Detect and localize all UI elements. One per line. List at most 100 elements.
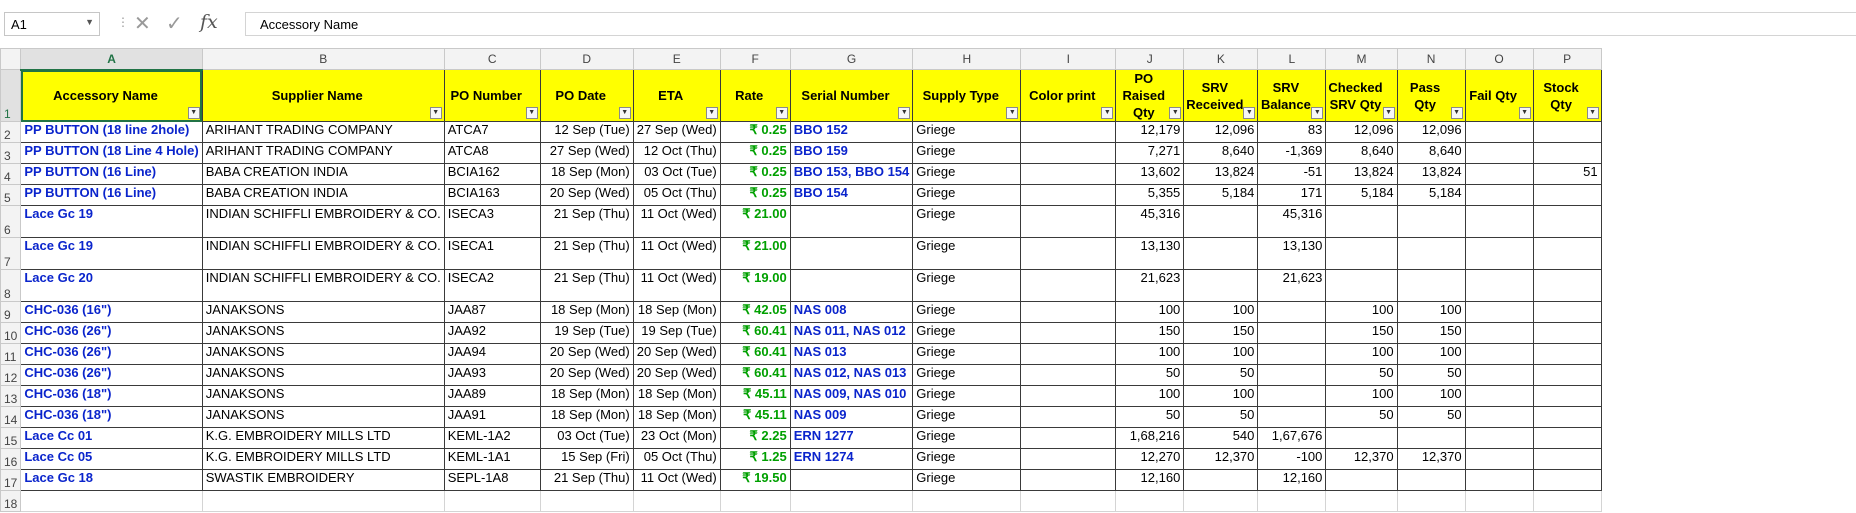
table-cell[interactable] xyxy=(1183,205,1259,238)
table-cell[interactable]: ERN 1277 xyxy=(789,427,914,449)
filter-dropdown-icon[interactable]: ▼ xyxy=(429,107,442,119)
table-cell[interactable]: KEML-1A2 xyxy=(443,427,541,449)
column-header-f[interactable]: F xyxy=(719,48,791,70)
row-header[interactable]: 2 xyxy=(0,121,22,143)
column-header-d[interactable]: D xyxy=(539,48,634,70)
table-cell[interactable]: 21,623 xyxy=(1257,269,1327,302)
filter-dropdown-icon[interactable]: ▼ xyxy=(1450,107,1463,119)
table-cell[interactable] xyxy=(1532,322,1602,344)
table-cell[interactable]: 51 xyxy=(1532,163,1602,185)
table-cell[interactable] xyxy=(1020,205,1117,238)
table-cell[interactable] xyxy=(1396,490,1466,512)
table-cell[interactable]: 12,160 xyxy=(1257,469,1327,491)
table-cell[interactable]: Griege xyxy=(912,301,1022,323)
table-cell[interactable]: 50 xyxy=(1396,364,1466,386)
table-cell[interactable]: 100 xyxy=(1325,343,1398,365)
header-cell[interactable]: Supply Type ▼ xyxy=(912,69,1022,122)
table-cell[interactable]: CHC-036 (26") xyxy=(20,322,203,344)
table-cell[interactable] xyxy=(1532,385,1602,407)
insert-function-icon[interactable]: fx xyxy=(200,11,218,33)
table-cell[interactable]: NAS 011, NAS 012 xyxy=(789,322,914,344)
table-cell[interactable]: 11 Oct (Wed) xyxy=(632,469,721,491)
table-cell[interactable]: 12,096 xyxy=(1183,121,1259,143)
row-header[interactable]: 16 xyxy=(0,448,22,470)
table-cell[interactable]: 100 xyxy=(1396,385,1466,407)
table-cell[interactable] xyxy=(1464,184,1534,206)
table-cell[interactable]: 1,67,676 xyxy=(1257,427,1327,449)
table-cell[interactable]: INDIAN SCHIFFLI EMBROIDERY & CO. xyxy=(201,237,445,270)
table-cell[interactable] xyxy=(201,490,445,512)
row-header[interactable]: 15 xyxy=(0,427,22,449)
filter-dropdown-icon[interactable]: ▼ xyxy=(1243,107,1256,119)
table-cell[interactable] xyxy=(1396,427,1466,449)
table-cell[interactable]: 5,355 xyxy=(1115,184,1185,206)
table-cell[interactable] xyxy=(1464,406,1534,428)
header-cell[interactable]: Rate ▼ xyxy=(719,69,791,122)
table-cell[interactable]: CHC-036 (26") xyxy=(20,343,203,365)
row-header[interactable]: 14 xyxy=(0,406,22,428)
table-cell[interactable]: 13,602 xyxy=(1115,163,1185,185)
table-cell[interactable] xyxy=(1257,490,1327,512)
table-cell[interactable]: 50 xyxy=(1183,406,1259,428)
table-cell[interactable]: 12,096 xyxy=(1325,121,1398,143)
table-cell[interactable]: Griege xyxy=(912,364,1022,386)
table-cell[interactable]: JANAKSONS xyxy=(201,343,445,365)
table-cell[interactable] xyxy=(1020,364,1117,386)
table-cell[interactable]: INDIAN SCHIFFLI EMBROIDERY & CO. xyxy=(201,269,445,302)
table-cell[interactable]: 18 Sep (Mon) xyxy=(539,406,634,428)
table-cell[interactable] xyxy=(1464,301,1534,323)
table-cell[interactable]: 13,130 xyxy=(1257,237,1327,270)
column-header-b[interactable]: B xyxy=(201,48,445,70)
table-cell[interactable]: NAS 009 xyxy=(789,406,914,428)
table-cell[interactable] xyxy=(1020,121,1117,143)
table-cell[interactable]: 540 xyxy=(1183,427,1259,449)
table-cell[interactable]: 21,623 xyxy=(1115,269,1185,302)
table-cell[interactable]: 150 xyxy=(1396,322,1466,344)
table-cell[interactable] xyxy=(1183,490,1259,512)
table-cell[interactable]: 18 Sep (Mon) xyxy=(539,301,634,323)
chevron-down-icon[interactable]: ▼ xyxy=(85,17,94,27)
table-cell[interactable] xyxy=(1532,237,1602,270)
table-cell[interactable]: K.G. EMBROIDERY MILLS LTD xyxy=(201,427,445,449)
table-cell[interactable]: SWASTIK EMBROIDERY xyxy=(201,469,445,491)
table-cell[interactable] xyxy=(1532,269,1602,302)
table-cell[interactable]: Griege xyxy=(912,205,1022,238)
table-cell[interactable]: ₹ 1.25 xyxy=(719,448,791,470)
table-cell[interactable]: 18 Sep (Mon) xyxy=(539,385,634,407)
table-cell[interactable]: ₹ 0.25 xyxy=(719,142,791,164)
table-cell[interactable] xyxy=(1257,301,1327,323)
table-cell[interactable]: 13,824 xyxy=(1396,163,1466,185)
table-cell[interactable]: -51 xyxy=(1257,163,1327,185)
table-cell[interactable]: 13,824 xyxy=(1325,163,1398,185)
table-cell[interactable]: 12,370 xyxy=(1183,448,1259,470)
table-cell[interactable]: 20 Sep (Wed) xyxy=(632,343,721,365)
table-cell[interactable]: JAA87 xyxy=(443,301,541,323)
table-cell[interactable]: 20 Sep (Wed) xyxy=(539,343,634,365)
table-cell[interactable]: 100 xyxy=(1115,343,1185,365)
table-cell[interactable] xyxy=(1020,163,1117,185)
table-cell[interactable] xyxy=(1325,237,1398,270)
table-cell[interactable]: ₹ 60.41 xyxy=(719,364,791,386)
table-cell[interactable] xyxy=(1532,469,1602,491)
table-cell[interactable] xyxy=(1396,237,1466,270)
table-cell[interactable]: ₹ 19.00 xyxy=(719,269,791,302)
table-cell[interactable]: 50 xyxy=(1183,364,1259,386)
table-cell[interactable]: Griege xyxy=(912,427,1022,449)
table-cell[interactable] xyxy=(1396,205,1466,238)
table-cell[interactable]: 21 Sep (Thu) xyxy=(539,469,634,491)
table-cell[interactable]: 12,370 xyxy=(1396,448,1466,470)
table-cell[interactable]: BCIA163 xyxy=(443,184,541,206)
table-cell[interactable]: ₹ 45.11 xyxy=(719,406,791,428)
table-cell[interactable]: PP BUTTON (18 line 2hole) xyxy=(20,121,203,143)
table-cell[interactable] xyxy=(1257,364,1327,386)
table-cell[interactable] xyxy=(1464,121,1534,143)
table-cell[interactable] xyxy=(789,469,914,491)
filter-dropdown-icon[interactable]: ▼ xyxy=(1101,107,1114,119)
table-cell[interactable]: Lace Gc 19 xyxy=(20,237,203,270)
table-cell[interactable] xyxy=(1325,427,1398,449)
table-cell[interactable]: ₹ 21.00 xyxy=(719,205,791,238)
column-header-k[interactable]: K xyxy=(1183,48,1259,70)
filter-dropdown-icon[interactable]: ▼ xyxy=(775,107,788,119)
table-cell[interactable]: 15 Sep (Fri) xyxy=(539,448,634,470)
table-cell[interactable]: Griege xyxy=(912,343,1022,365)
